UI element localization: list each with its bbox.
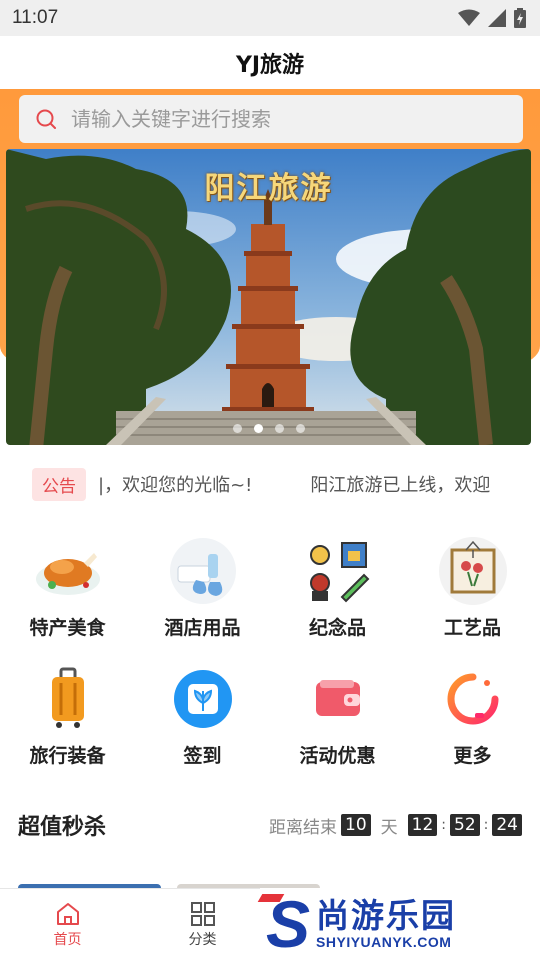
carousel-dot-active[interactable] xyxy=(253,424,263,433)
category-label: 活动优惠 xyxy=(299,745,376,767)
notice-text-scroll: 阳江旅游已上线，欢迎 xyxy=(310,475,491,496)
carousel-dot[interactable] xyxy=(295,424,305,433)
category-travel-gear[interactable]: 旅行装备 xyxy=(0,663,135,791)
carousel-dot[interactable] xyxy=(232,424,242,433)
countdown-days-unit: 天 xyxy=(380,817,398,838)
category-local-food[interactable]: 特产美食 xyxy=(0,535,135,663)
status-time: 11:07 xyxy=(12,7,59,28)
category-label: 工艺品 xyxy=(443,617,501,639)
signal-icon xyxy=(488,9,506,27)
tab-label: 首页 xyxy=(53,931,82,948)
notice-bar[interactable]: 公告 |，欢迎您的光临~! 阳江旅游已上线，欢迎 xyxy=(0,449,540,519)
page-title: YJ旅游 xyxy=(235,52,305,78)
status-icons xyxy=(458,8,526,28)
category-grid: 特产美食 酒店用品 纪念品 工艺品 旅行装备 签到 活动优惠 更多 xyxy=(0,519,540,791)
banner-title: 阳江旅游 xyxy=(204,171,333,206)
countdown-minutes: 52 xyxy=(450,814,480,836)
countdown-seconds: 24 xyxy=(492,814,522,836)
wifi-icon xyxy=(458,9,480,26)
tab-home[interactable]: 首页 xyxy=(0,889,135,960)
souvenir-icon xyxy=(302,535,374,607)
countdown-colon: : xyxy=(483,817,489,833)
home-icon xyxy=(56,902,79,925)
category-more[interactable]: 更多 xyxy=(405,663,540,791)
countdown-hours: 12 xyxy=(407,814,438,836)
category-souvenir[interactable]: 纪念品 xyxy=(270,535,405,663)
watermark-text: 尚游乐园 SHYIYUANYK.COM xyxy=(316,895,457,951)
carousel-dots xyxy=(6,424,531,433)
carousel-dot[interactable] xyxy=(274,424,284,433)
more-ring-icon xyxy=(437,663,509,735)
watermark-brand: 尚游乐园 xyxy=(316,895,457,935)
category-label: 签到 xyxy=(183,745,222,767)
notice-text: |，欢迎您的光临~! xyxy=(98,475,253,496)
roast-chicken-icon xyxy=(32,535,104,607)
flash-sale-title: 超值秒杀 xyxy=(18,815,107,840)
banner-carousel[interactable]: 阳江旅游 xyxy=(6,149,531,445)
category-label: 纪念品 xyxy=(308,617,366,639)
notice-badge: 公告 xyxy=(32,467,86,501)
category-hotel-supplies[interactable]: 酒店用品 xyxy=(135,535,270,663)
countdown-days: 10 xyxy=(341,814,371,836)
luggage-icon xyxy=(32,663,104,735)
category-label: 特产美食 xyxy=(29,617,106,639)
tab-label: 分类 xyxy=(188,931,217,948)
sign-in-book-icon xyxy=(167,663,239,735)
countdown: 距离结束 10 天 12 : 52 : 24 xyxy=(269,813,522,838)
grid-icon xyxy=(190,901,215,926)
countdown-label: 距离结束 xyxy=(269,817,337,838)
nav-bar: YJ旅游 xyxy=(0,36,540,89)
search-bar[interactable] xyxy=(19,95,523,143)
tab-category[interactable]: 分类 xyxy=(135,889,270,960)
category-crafts[interactable]: 工艺品 xyxy=(405,535,540,663)
hotel-supplies-icon xyxy=(167,535,239,607)
watermark-url: SHYIYUANYK.COM xyxy=(316,934,452,951)
craft-painting-icon xyxy=(437,535,509,607)
category-label: 酒店用品 xyxy=(164,617,241,639)
countdown-colon: : xyxy=(441,817,446,833)
hero-section: 阳江旅游 xyxy=(0,89,540,449)
category-sign-in[interactable]: 签到 xyxy=(135,663,270,791)
category-label: 更多 xyxy=(453,745,492,767)
status-bar: 11:07 xyxy=(0,0,540,36)
watermark-logo: S 尚游乐园 SHYIYUANYK.COM xyxy=(257,888,540,960)
flash-sale-header: 超值秒杀 距离结束 10 天 12 : 52 : 24 xyxy=(0,795,540,855)
search-input[interactable] xyxy=(71,107,491,131)
wallet-icon xyxy=(302,663,374,735)
search-icon xyxy=(36,109,56,129)
category-label: 旅行装备 xyxy=(29,745,106,767)
battery-icon xyxy=(514,8,526,28)
watermark-slash xyxy=(257,894,285,902)
category-promotions[interactable]: 活动优惠 xyxy=(270,663,405,791)
